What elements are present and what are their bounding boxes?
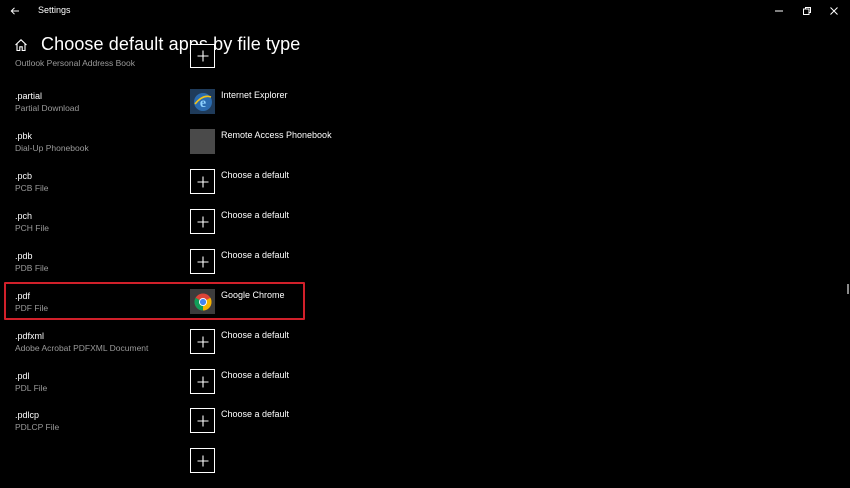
app-name: Choose a default — [221, 370, 290, 380]
file-extension: .pdl — [15, 371, 30, 381]
file-type-row: .pdfxml Adobe Acrobat PDFXML Document Ch… — [0, 329, 850, 369]
file-type-description: Outlook Personal Address Book — [15, 58, 136, 68]
choose-default-app-button[interactable] — [190, 44, 215, 68]
file-extension: .pdb — [15, 251, 33, 261]
file-type-row: .pbk Dial-Up Phonebook Remote Access Pho… — [0, 129, 850, 169]
file-type-description: Adobe Acrobat PDFXML Document — [15, 343, 149, 353]
plus-icon — [197, 256, 208, 267]
file-type-row: .pdl PDL File Choose a default — [0, 369, 850, 409]
close-icon — [830, 7, 838, 15]
plus-icon — [197, 336, 208, 347]
file-type-row: .pch PCH File Choose a default — [0, 209, 850, 249]
choose-default-app-button[interactable] — [190, 209, 215, 234]
restore-icon — [803, 7, 811, 15]
file-extension: .partial — [15, 91, 43, 101]
file-extension: .pbk — [15, 131, 33, 141]
choose-default-app-button[interactable] — [190, 369, 215, 394]
plus-icon — [197, 50, 208, 62]
file-type-description: Partial Download — [15, 103, 80, 113]
restore-button[interactable] — [799, 3, 815, 19]
file-type-description: Dial-Up Phonebook — [15, 143, 89, 153]
scrollbar[interactable] — [847, 284, 849, 294]
plus-icon — [197, 376, 208, 387]
pdf-row-highlight — [4, 282, 305, 320]
app-name: Remote Access Phonebook — [221, 130, 332, 140]
app-name: Choose a default — [221, 409, 290, 419]
app-name: Choose a default — [221, 210, 290, 220]
choose-default-app-button[interactable] — [190, 408, 215, 433]
file-type-row: .partial Partial Download e Internet Exp… — [0, 89, 850, 129]
plus-icon — [197, 216, 208, 227]
internet-explorer-icon: e — [193, 92, 212, 111]
app-name: Internet Explorer — [221, 90, 288, 100]
choose-default-app-button[interactable] — [190, 329, 215, 354]
file-type-description: PDL File — [15, 383, 48, 393]
close-button[interactable] — [826, 3, 842, 19]
file-type-row: .pcb PCB File Choose a default — [0, 169, 850, 209]
choose-default-app-button[interactable] — [190, 249, 215, 274]
file-extension: .pcb — [15, 171, 33, 181]
default-app-button[interactable]: e — [190, 89, 215, 114]
app-name: Choose a default — [221, 330, 290, 340]
choose-default-app-button[interactable] — [190, 169, 215, 194]
app-name: Choose a default — [221, 170, 290, 180]
back-arrow-icon — [10, 7, 19, 15]
file-type-row: .pdlcp PDLCP File Choose a default — [0, 408, 850, 448]
file-extension: .pdfxml — [15, 331, 45, 341]
back-button[interactable] — [6, 2, 24, 20]
default-app-button[interactable] — [190, 129, 215, 154]
choose-default-app-button[interactable] — [190, 448, 215, 473]
minimize-button[interactable] — [771, 3, 787, 19]
minimize-icon — [775, 10, 783, 12]
plus-icon — [197, 176, 208, 187]
file-type-description: PCH File — [15, 223, 50, 233]
plus-icon — [197, 415, 208, 426]
file-extension: .pch — [15, 211, 33, 221]
file-type-row: Outlook Personal Address Book — [0, 44, 850, 88]
file-type-description: PDLCP File — [15, 422, 60, 432]
app-name: Choose a default — [221, 250, 290, 260]
plus-icon — [197, 455, 208, 466]
file-type-description: PCB File — [15, 183, 49, 193]
file-type-description: PDB File — [15, 263, 49, 273]
file-extension: .pdlcp — [15, 410, 40, 420]
window-title: Settings — [38, 5, 71, 15]
title-bar: Settings — [0, 0, 850, 22]
file-type-row — [0, 448, 850, 488]
